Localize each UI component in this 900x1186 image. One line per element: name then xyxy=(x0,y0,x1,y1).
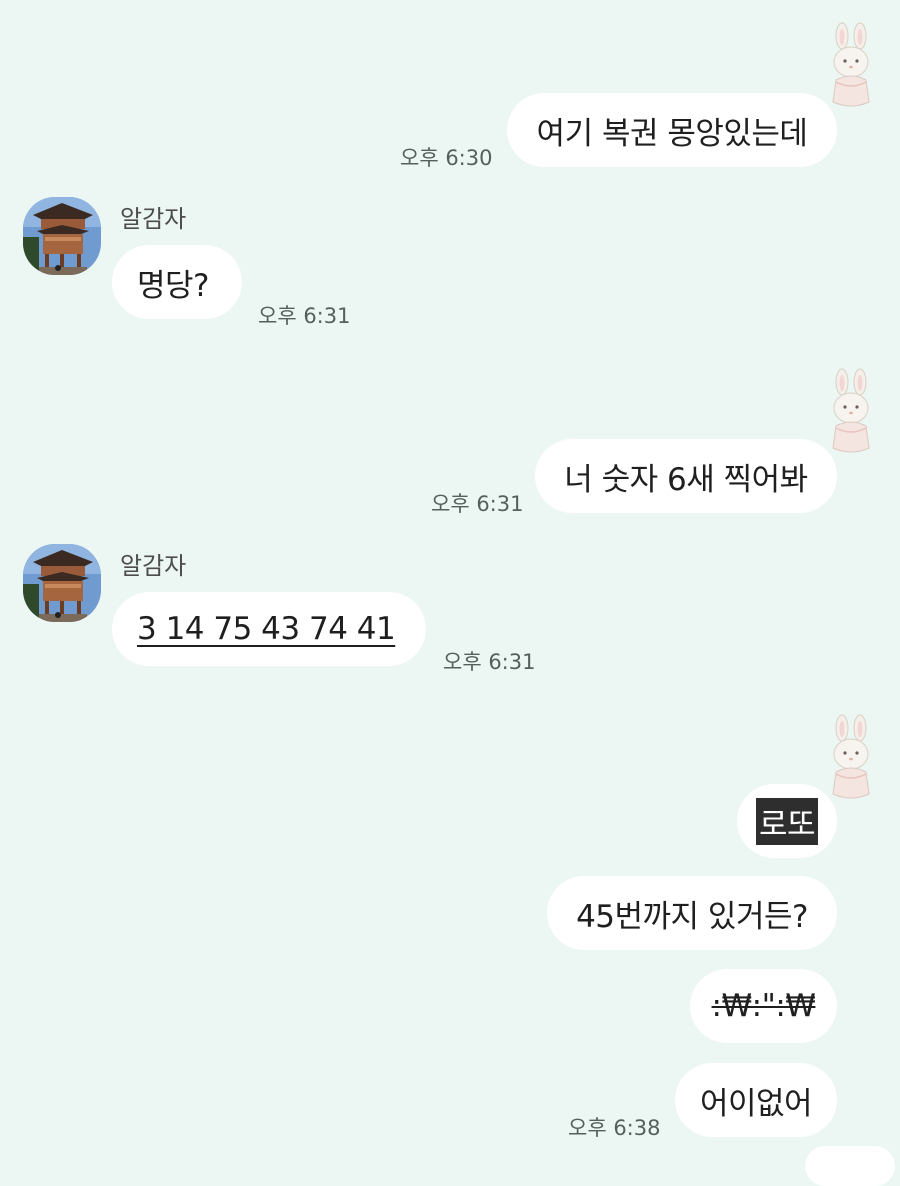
message-text: 어이없어 xyxy=(699,1085,813,1122)
message-bubble[interactable]: 로또 xyxy=(737,784,837,858)
bunny-sticker-icon xyxy=(832,714,870,799)
partner-avatar[interactable] xyxy=(23,197,101,275)
message-text: 여기 복권 몽앙있는데 xyxy=(536,115,808,152)
partner-avatar[interactable] xyxy=(23,544,101,622)
message-timestamp: 오후 6:31 xyxy=(258,304,351,328)
pavilion-photo-avatar xyxy=(23,544,101,622)
chat-screen: { "messages": [ { "id": "m1", "side": "r… xyxy=(0,0,900,1186)
message-bubble[interactable]: 너 숫자 6새 찍어봐 xyxy=(535,439,837,513)
message-bubble[interactable]: 어이없어 xyxy=(675,1063,837,1137)
message-timestamp: 오후 6:38 xyxy=(568,1116,661,1140)
sender-name: 알감자 xyxy=(120,552,187,580)
message-text: 명당? xyxy=(137,267,210,304)
message-timestamp: 오후 6:31 xyxy=(431,492,524,516)
message-text: :₩:":₩ xyxy=(711,988,816,1024)
message-bubble[interactable]: 45번까지 있거든? xyxy=(547,876,837,950)
message-text: 45번까지 있거든? xyxy=(576,898,808,935)
phone-number-link[interactable]: 3 14 75 43 74 41 xyxy=(137,611,396,647)
message-timestamp: 오후 6:30 xyxy=(400,146,493,170)
pavilion-photo-avatar xyxy=(23,197,101,275)
message-text: 너 숫자 6새 찍어봐 xyxy=(564,461,808,498)
message-timestamp: 오후 6:31 xyxy=(443,650,536,674)
sender-name: 알감자 xyxy=(120,205,187,233)
message-text-selected: 로또 xyxy=(755,797,819,845)
bunny-sticker-icon xyxy=(832,368,870,453)
message-bubble[interactable]: :₩:":₩ xyxy=(690,969,837,1043)
message-bubble[interactable]: 여기 복권 몽앙있는데 xyxy=(507,93,837,167)
message-bubble-partial[interactable] xyxy=(805,1146,895,1186)
message-bubble[interactable]: 명당? xyxy=(112,245,242,319)
message-bubble[interactable]: 3 14 75 43 74 41 xyxy=(112,592,426,666)
bunny-sticker-icon xyxy=(832,22,870,107)
